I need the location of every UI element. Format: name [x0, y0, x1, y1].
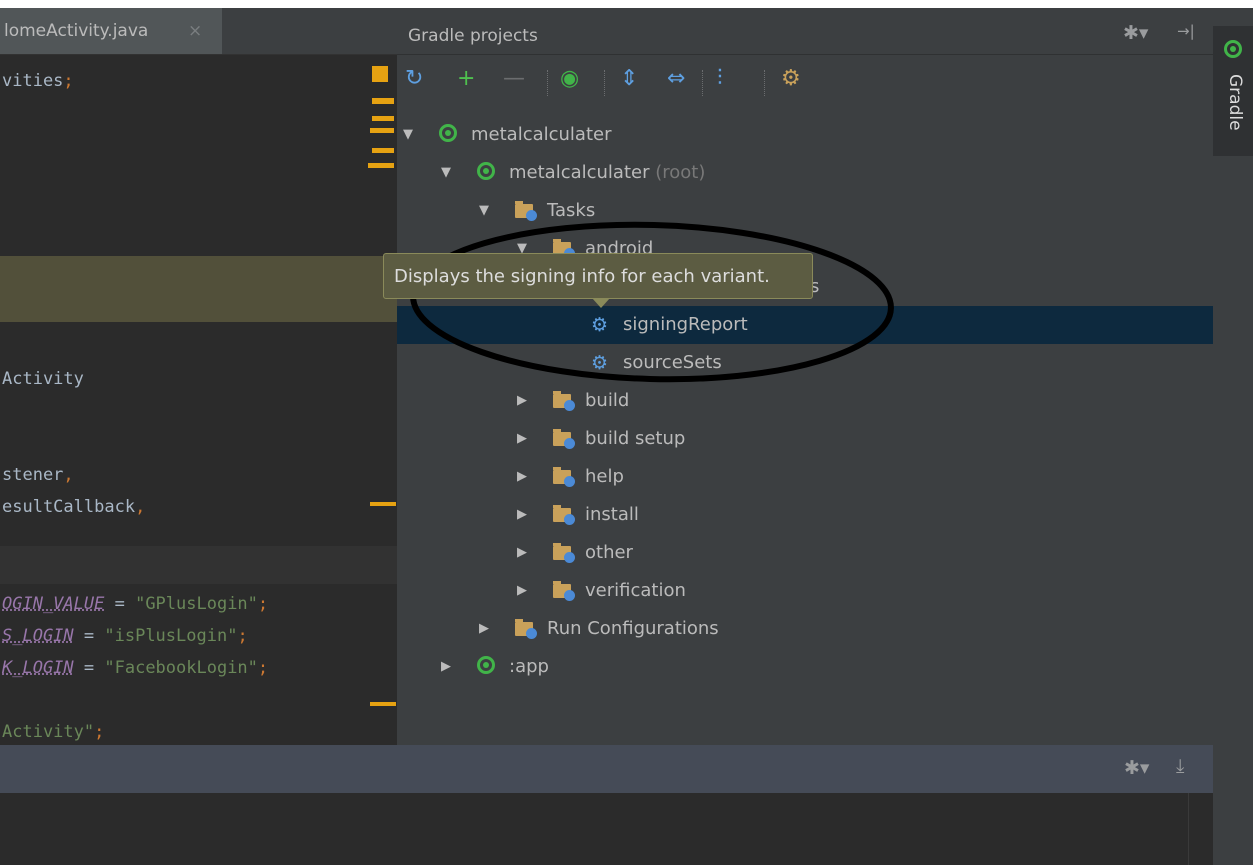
code-line: Activity — [2, 368, 84, 390]
code-token: stener — [2, 465, 64, 485]
editor-tab-bar: lomeActivity.java × — [0, 8, 397, 55]
code-token: = — [73, 658, 105, 678]
code-token: "GPlusLogin" — [135, 594, 258, 614]
code-token: , — [63, 465, 74, 485]
code-token: , — [135, 497, 146, 517]
caret-line-highlight — [0, 256, 397, 322]
ide-window: lomeActivity.java × vities; Activity stene… — [0, 8, 1253, 865]
gradle-elephant-icon — [1224, 40, 1242, 58]
console-area[interactable] — [8, 793, 1189, 865]
stripe-marker[interactable] — [372, 98, 394, 104]
code-token: "isPlusLogin" — [104, 626, 238, 646]
bottom-tool-window-header: ✱▾ ⤓ — [0, 745, 1213, 793]
stripe-marker[interactable] — [368, 163, 394, 168]
code-line: vities; — [2, 70, 74, 92]
annotation-ellipse — [410, 221, 894, 383]
code-token: "FacebookLogin" — [104, 658, 258, 678]
stripe-marker[interactable] — [370, 502, 396, 506]
settings-gear-icon[interactable]: ✱▾ — [1124, 757, 1149, 779]
gradle-side-tab[interactable]: Gradle — [1213, 26, 1253, 156]
code-token: Activity — [2, 369, 84, 389]
editor-tab[interactable]: lomeActivity.java × — [0, 8, 222, 54]
code-token: esultCallback — [2, 497, 136, 517]
bottom-tool-window-content — [0, 793, 1213, 865]
code-token: OGIN_VALUE — [2, 594, 105, 614]
code-token: Activity" — [2, 722, 95, 742]
tooltip-pointer — [592, 298, 610, 308]
code-token: = — [73, 626, 105, 646]
code-token: vities — [2, 71, 64, 91]
code-token: ; — [94, 722, 105, 742]
stripe-marker[interactable] — [370, 702, 396, 706]
editor-tab-label: lomeActivity.java — [4, 21, 149, 41]
code-token: = — [104, 594, 136, 614]
code-line: K_LOGIN = "FacebookLogin"; — [2, 657, 268, 679]
code-editor[interactable]: lomeActivity.java × vities; Activity stene… — [0, 8, 397, 745]
code-line: stener, — [2, 464, 74, 486]
code-token: S_LOGIN — [2, 626, 74, 646]
analysis-status-icon[interactable] — [372, 66, 388, 82]
gradle-side-tab-label: Gradle — [1225, 74, 1245, 131]
code-line: esultCallback, — [2, 496, 145, 518]
code-token: ; — [63, 71, 74, 91]
code-token: ; — [237, 626, 248, 646]
line-highlight — [0, 546, 397, 584]
stripe-marker[interactable] — [372, 116, 394, 121]
right-tool-strip: Gradle — [1213, 8, 1253, 865]
code-line: S_LOGIN = "isPlusLogin"; — [2, 625, 248, 647]
code-line: OGIN_VALUE = "GPlusLogin"; — [2, 593, 268, 615]
code-token: ; — [257, 594, 269, 614]
pin-icon[interactable]: ⤓ — [1176, 755, 1184, 777]
gradle-projects-panel: Gradle projects ✱▾ →| ↻ + — ◉ ⇕ ⇔ ⫶ ⚙ ▼ metalcal… — [397, 8, 1213, 745]
close-tab-icon[interactable]: × — [188, 8, 202, 54]
tooltip: Displays the signing info for each varia… — [383, 253, 813, 299]
stripe-marker[interactable] — [370, 128, 394, 133]
code-line: Activity"; — [2, 721, 104, 743]
stripe-marker[interactable] — [372, 148, 394, 153]
code-token: K_LOGIN — [2, 658, 74, 678]
code-token: ; — [257, 658, 269, 678]
